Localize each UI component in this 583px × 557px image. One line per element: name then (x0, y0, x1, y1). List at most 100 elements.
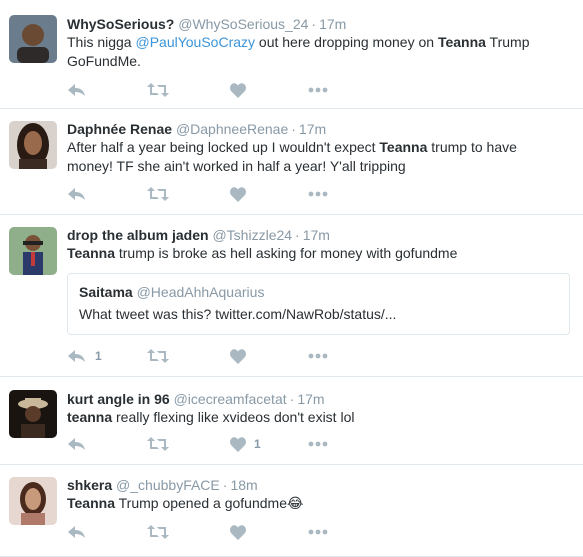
tweet-text: Teanna trump is broke as hell asking for… (67, 244, 567, 263)
highlighted-term: teanna (67, 409, 113, 425)
tweet[interactable]: kurt angle in 96 @icecreamfacetat · 17m te… (0, 377, 583, 465)
more-icon (308, 441, 328, 447)
tweet-text: After half a year being locked up I woul… (67, 138, 567, 176)
tweet-text: This nigga @PaulYouSoCrazy out here drop… (67, 33, 567, 71)
separator: · (222, 477, 228, 493)
text-run: trump to have (427, 139, 517, 155)
like-icon (230, 524, 246, 540)
more-button[interactable] (308, 346, 328, 366)
avatar[interactable] (9, 15, 57, 63)
username[interactable]: @_chubbyFACE (116, 477, 220, 493)
text-run: Trump opened a gofundme (114, 495, 287, 511)
display-name[interactable]: shkera (67, 477, 112, 493)
reply-icon (68, 526, 85, 538)
more-icon (308, 191, 328, 197)
retweet-button[interactable] (147, 80, 177, 100)
more-button[interactable] (308, 434, 328, 454)
reply-button[interactable] (67, 522, 95, 542)
reply-icon (68, 84, 85, 96)
retweet-icon (147, 349, 169, 363)
reply-button[interactable] (67, 184, 95, 204)
username[interactable]: @WhySoSerious_24 (178, 16, 308, 32)
like-button[interactable]: 1 (230, 434, 261, 454)
display-name[interactable]: WhySoSerious? (67, 16, 174, 32)
text-run: GoFundMe. (67, 53, 141, 69)
retweet-button[interactable] (147, 522, 177, 542)
tweet-header: shkera @_chubbyFACE · 18m (67, 476, 258, 494)
separator: · (311, 16, 317, 32)
reply-button[interactable] (67, 80, 95, 100)
avatar[interactable] (9, 121, 57, 169)
tweet-feed: WhySoSerious? @WhySoSerious_24 · 17m This … (0, 0, 583, 557)
quoted-tweet-header: Saitama @HeadAhhAquarius (79, 283, 264, 301)
mention-link[interactable]: @PaulYouSoCrazy (135, 34, 255, 50)
text-run: This nigga (67, 34, 136, 50)
more-button[interactable] (308, 522, 328, 542)
retweet-button[interactable] (147, 346, 177, 366)
more-icon (308, 87, 328, 93)
quoted-tweet[interactable]: Saitama @HeadAhhAquarius What tweet was … (67, 273, 570, 335)
tweet[interactable]: drop the album jaden @Tshizzle24 · 17m Tea… (0, 215, 583, 377)
avatar[interactable] (9, 390, 57, 438)
like-icon (230, 186, 246, 202)
like-button[interactable] (230, 184, 254, 204)
tweet-text: teanna really flexing like xvideos don't… (67, 408, 567, 427)
like-count: 1 (254, 437, 261, 451)
text-run: After half a year being locked up I woul… (67, 139, 380, 155)
tweet-header: drop the album jaden @Tshizzle24 · 17m (67, 226, 330, 244)
display-name[interactable]: kurt angle in 96 (67, 391, 170, 407)
username[interactable]: @DaphneeRenae (176, 121, 288, 137)
like-icon (230, 436, 246, 452)
quoted-display-name: Saitama (79, 284, 133, 300)
like-button[interactable] (230, 80, 254, 100)
retweet-button[interactable] (147, 184, 177, 204)
text-run: out here dropping money on (255, 34, 438, 50)
timestamp[interactable]: 17m (303, 227, 330, 243)
reply-icon (68, 350, 85, 362)
reply-icon (68, 438, 85, 450)
retweet-icon (147, 437, 169, 451)
like-button[interactable] (230, 346, 254, 366)
tweet-header: kurt angle in 96 @icecreamfacetat · 17m (67, 390, 325, 408)
quoted-tweet-text: What tweet was this? twitter.com/NawRob/… (79, 306, 397, 322)
retweet-icon (147, 525, 169, 539)
username[interactable]: @Tshizzle24 (212, 227, 292, 243)
highlighted-term: Teanna (437, 34, 486, 50)
retweet-icon (147, 83, 169, 97)
tweet[interactable]: WhySoSerious? @WhySoSerious_24 · 17m This … (0, 0, 583, 109)
timestamp[interactable]: 17m (297, 391, 324, 407)
like-button[interactable] (230, 522, 254, 542)
highlighted-term: Teanna (67, 245, 115, 261)
tweet-header: WhySoSerious? @WhySoSerious_24 · 17m (67, 15, 346, 33)
quoted-username: @HeadAhhAquarius (136, 284, 265, 300)
display-name[interactable]: Daphnée Renae (67, 121, 172, 137)
display-name[interactable]: drop the album jaden (67, 227, 209, 243)
reply-count: 1 (95, 349, 102, 363)
highlighted-term: Teanna (67, 495, 115, 511)
text-run: money! TF she ain't worked in half a yea… (67, 158, 406, 174)
avatar[interactable] (9, 227, 57, 275)
reply-button[interactable] (67, 434, 95, 454)
emoji: 😂 (287, 495, 304, 511)
more-button[interactable] (308, 80, 328, 100)
text-run: trump is broke as hell asking for money … (114, 245, 458, 261)
tweet-header: Daphnée Renae @DaphneeRenae · 17m (67, 120, 326, 138)
reply-icon (68, 188, 85, 200)
separator: · (289, 391, 295, 407)
highlighted-term: Teanna (379, 139, 428, 155)
text-run: Trump (485, 34, 530, 50)
more-icon (308, 353, 328, 359)
tweet[interactable]: shkera @_chubbyFACE · 18m Teanna Trump ope… (0, 465, 583, 557)
tweet-text: Teanna Trump opened a gofundme😂 (67, 494, 567, 513)
username[interactable]: @icecreamfacetat (174, 391, 287, 407)
timestamp[interactable]: 17m (299, 121, 326, 137)
retweet-button[interactable] (147, 434, 177, 454)
more-button[interactable] (308, 184, 328, 204)
avatar[interactable] (9, 477, 57, 525)
reply-button[interactable]: 1 (67, 346, 102, 366)
tweet[interactable]: Daphnée Renae @DaphneeRenae · 17m After ha… (0, 109, 583, 215)
more-icon (308, 529, 328, 535)
timestamp[interactable]: 17m (319, 16, 346, 32)
timestamp[interactable]: 18m (230, 477, 257, 493)
like-icon (230, 348, 246, 364)
